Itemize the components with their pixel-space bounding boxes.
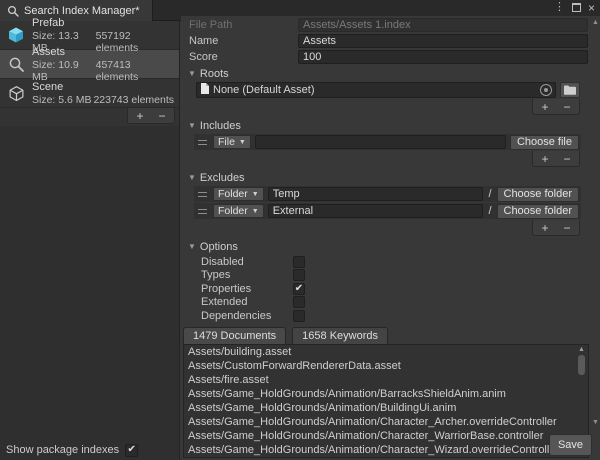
remove-index-button[interactable]: −: [152, 110, 172, 122]
document-icon: [200, 83, 209, 97]
remove-root-button[interactable]: −: [557, 101, 577, 113]
excludes-foldout[interactable]: ▼ Excludes: [188, 170, 591, 185]
document-row[interactable]: Assets/Game_HoldGrounds/Animation/Buildi…: [184, 401, 588, 415]
show-package-indexes-label: Show package indexes: [6, 444, 119, 456]
add-include-button[interactable]: +: [535, 153, 555, 165]
window-controls: ⋮ ×: [554, 0, 595, 15]
window-title: Search Index Manager*: [24, 5, 140, 17]
name-field[interactable]: Assets: [298, 34, 588, 48]
score-field[interactable]: 100: [298, 50, 588, 64]
foldout-triangle-icon: ▼: [188, 69, 196, 78]
index-elements: 223743 elements: [93, 94, 174, 106]
index-list-sidebar: Prefab Size: 13.3 MB 557192 elements Ass…: [0, 21, 180, 460]
pane-menu-icon[interactable]: ⋮: [554, 2, 565, 13]
prefab-cube-icon: [6, 25, 26, 45]
roots-foldout[interactable]: ▼ Roots: [188, 66, 591, 81]
include-row: File ▼ Choose file: [194, 134, 581, 150]
show-package-indexes-checkbox[interactable]: ✔: [125, 444, 138, 457]
document-row[interactable]: Assets/Game_HoldGrounds/Animation/Barrac…: [184, 387, 588, 401]
root-object-value: None (Default Asset): [213, 84, 536, 96]
document-row[interactable]: Assets/building.asset: [184, 345, 588, 359]
dependencies-checkbox[interactable]: [293, 310, 305, 322]
foldout-triangle-icon: ▼: [188, 173, 196, 182]
scrollbar-thumb[interactable]: [578, 355, 585, 375]
chevron-down-icon: ▼: [252, 191, 259, 198]
exclude-type-dropdown[interactable]: Folder ▼: [213, 204, 264, 218]
path-suffix: /: [487, 205, 492, 217]
choose-file-button[interactable]: Choose file: [510, 135, 579, 150]
scroll-up-icon[interactable]: ▲: [576, 346, 587, 354]
drag-handle-icon[interactable]: [198, 140, 207, 145]
add-root-button[interactable]: +: [535, 101, 555, 113]
disabled-checkbox[interactable]: [293, 256, 305, 268]
index-item-scene[interactable]: Scene Size: 5.6 MB 223743 elements: [0, 79, 179, 108]
index-elements: 457413 elements: [96, 59, 174, 83]
document-row[interactable]: Assets/CustomForwardRendererData.asset: [184, 359, 588, 373]
documents-keywords-tabs: 1479 Documents 1658 Keywords: [183, 327, 591, 344]
tab-documents[interactable]: 1479 Documents: [183, 327, 286, 344]
root-object-field[interactable]: None (Default Asset): [196, 82, 556, 98]
foldout-triangle-icon: ▼: [188, 121, 196, 130]
drag-handle-icon[interactable]: [198, 192, 207, 197]
remove-exclude-button[interactable]: −: [557, 222, 577, 234]
exclude-path-field[interactable]: Temp: [268, 187, 484, 201]
pick-root-folder-button[interactable]: [560, 82, 580, 98]
index-settings-panel: File Path Assets/Assets 1.index Name Ass…: [181, 16, 600, 460]
drag-handle-icon[interactable]: [198, 209, 207, 214]
index-list-add-remove: + −: [127, 108, 175, 124]
search-icon: [7, 5, 19, 17]
index-name: Prefab: [32, 17, 64, 29]
search-index-manager-window: Search Index Manager* ⋮ × Prefab Size: 1…: [0, 0, 600, 460]
document-row[interactable]: Assets/fire.asset: [184, 373, 588, 387]
path-suffix: /: [487, 188, 492, 200]
exclude-path-field[interactable]: External: [268, 204, 484, 218]
exclude-type-dropdown[interactable]: Folder ▼: [213, 187, 264, 201]
unity-scene-icon: [6, 83, 26, 103]
include-path-field[interactable]: [255, 135, 506, 149]
maximize-icon[interactable]: [572, 3, 581, 12]
choose-folder-button[interactable]: Choose folder: [497, 187, 580, 202]
chevron-down-icon: ▼: [239, 139, 246, 146]
index-size: Size: 5.6 MB: [32, 94, 92, 106]
panel-scrollbar[interactable]: ▲ ▼: [591, 16, 600, 430]
search-asset-icon: [6, 54, 26, 74]
exclude-row: Folder ▼ Temp / Choose folder: [194, 186, 581, 202]
tab-keywords[interactable]: 1658 Keywords: [292, 327, 388, 344]
choose-folder-button[interactable]: Choose folder: [497, 204, 580, 219]
chevron-down-icon: ▼: [252, 208, 259, 215]
extended-checkbox[interactable]: [293, 296, 305, 308]
add-index-button[interactable]: +: [130, 110, 150, 122]
add-exclude-button[interactable]: +: [535, 222, 555, 234]
option-row-types: Types: [201, 269, 591, 283]
file-path-label: File Path: [189, 19, 298, 31]
properties-checkbox[interactable]: ✔: [293, 283, 305, 295]
document-row[interactable]: Assets/Game_HoldGrounds/Animation/Charac…: [184, 415, 588, 429]
close-icon[interactable]: ×: [588, 2, 595, 14]
options-foldout[interactable]: ▼ Options: [188, 239, 591, 254]
types-checkbox[interactable]: [293, 269, 305, 281]
index-size: Size: 10.9 MB: [32, 59, 96, 83]
scroll-down-icon[interactable]: ▼: [591, 419, 600, 427]
score-label: Score: [189, 51, 298, 63]
remove-include-button[interactable]: −: [557, 153, 577, 165]
option-row-properties: Properties ✔: [201, 282, 591, 296]
scroll-up-icon[interactable]: ▲: [591, 19, 600, 27]
object-picker-icon[interactable]: [540, 84, 552, 96]
name-label: Name: [189, 35, 298, 47]
option-row-extended: Extended: [201, 296, 591, 310]
option-row-dependencies: Dependencies: [201, 309, 591, 323]
exclude-row: Folder ▼ External / Choose folder: [194, 203, 581, 219]
save-button[interactable]: Save: [549, 434, 592, 456]
file-path-field: Assets/Assets 1.index: [298, 18, 588, 32]
includes-foldout[interactable]: ▼ Includes: [188, 118, 591, 133]
index-name: Assets: [32, 46, 65, 58]
option-row-disabled: Disabled: [201, 255, 591, 269]
include-type-dropdown[interactable]: File ▼: [213, 135, 251, 149]
index-name: Scene: [32, 81, 63, 93]
index-item-assets[interactable]: Assets Size: 10.9 MB 457413 elements: [0, 50, 179, 79]
foldout-triangle-icon: ▼: [188, 242, 196, 251]
